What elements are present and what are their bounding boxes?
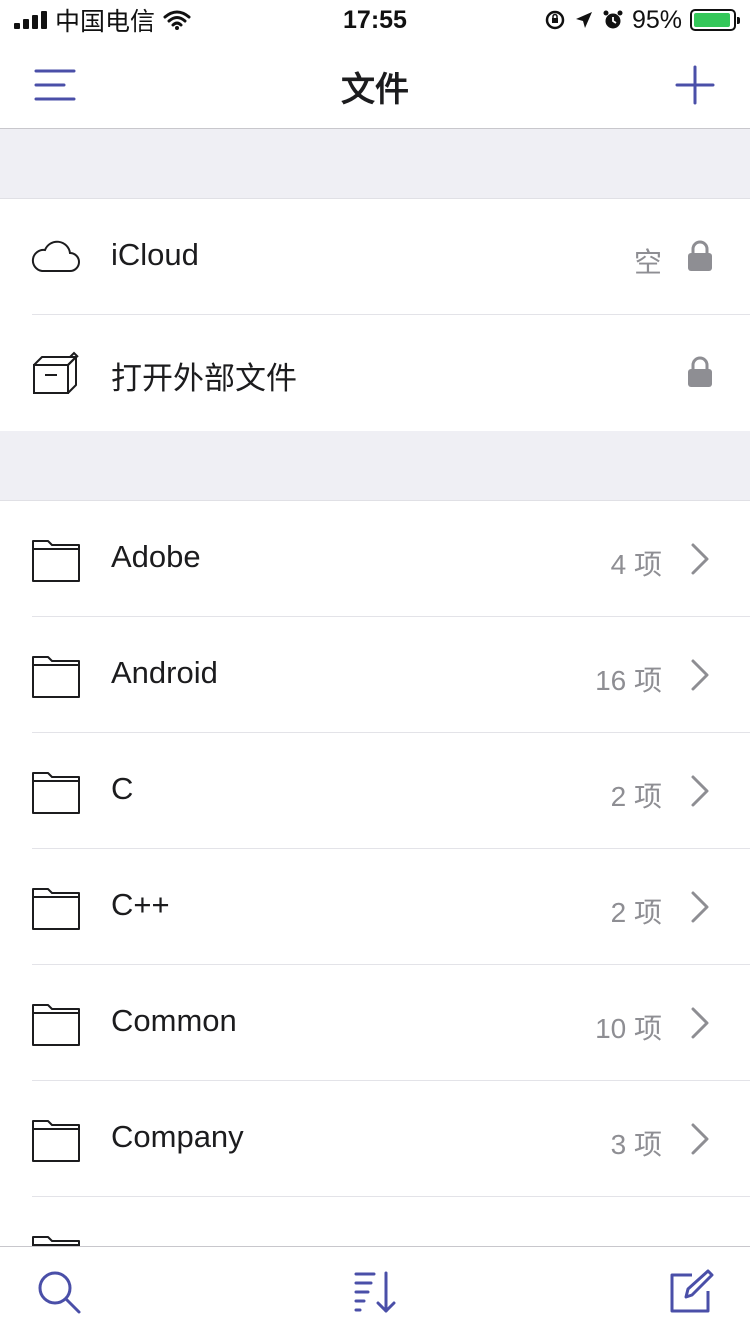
- chevron-right-icon: [691, 775, 709, 807]
- status-right: 95%: [544, 5, 740, 34]
- folder-item-count: 3 项: [610, 1129, 662, 1160]
- folder-icon: [32, 656, 80, 698]
- location-status: 空: [633, 247, 662, 278]
- folder-item-count: 2 项: [610, 781, 662, 812]
- chevron-right-icon: [691, 659, 709, 691]
- folder-item-count: 10 项: [595, 1013, 662, 1044]
- plus-icon: [675, 65, 715, 105]
- folder-item-count: 2 项: [610, 897, 662, 928]
- section-gap: [0, 129, 750, 199]
- status-bar: 中国电信 17:55 95%: [0, 0, 750, 40]
- folder-icon: [32, 1236, 80, 1246]
- folder-row-partial[interactable]: [0, 1197, 750, 1246]
- orientation-lock-icon: [545, 10, 565, 30]
- folder-name: Adobe: [111, 539, 201, 574]
- bottom-toolbar: [0, 1246, 750, 1334]
- chevron-right-icon: [691, 1007, 709, 1039]
- sort-button[interactable]: [350, 1267, 400, 1317]
- alarm-icon: [603, 10, 623, 29]
- folder-name: Company: [111, 1119, 244, 1154]
- search-icon: [38, 1271, 81, 1314]
- folder-name: Common: [111, 1003, 237, 1038]
- compose-button[interactable]: [666, 1267, 716, 1317]
- folder-icon: [32, 540, 80, 582]
- folder-name: C++: [111, 887, 170, 922]
- folder-icon: [32, 772, 80, 814]
- folder-row[interactable]: C++ 2 项: [0, 849, 750, 965]
- battery-percent: 95%: [631, 5, 682, 34]
- location-label: iCloud: [111, 237, 199, 272]
- folder-icon: [32, 1004, 80, 1046]
- section-gap: [0, 431, 750, 501]
- folder-row[interactable]: Android 16 项: [0, 617, 750, 733]
- cloud-icon: [31, 240, 80, 272]
- folder-item-count: 16 项: [595, 665, 662, 696]
- sort-icon: [354, 1271, 396, 1313]
- folder-name: Android: [111, 655, 218, 690]
- folder-item-count: 4 项: [610, 549, 662, 580]
- location-row-icloud[interactable]: iCloud 空: [0, 199, 750, 315]
- folder-row[interactable]: Common 10 项: [0, 965, 750, 1081]
- location-label: 打开外部文件: [111, 361, 297, 396]
- page-title: 文件: [341, 71, 409, 109]
- lock-icon: [688, 356, 712, 387]
- folder-icon: [32, 888, 80, 930]
- battery-icon: [690, 9, 740, 31]
- compose-icon: [670, 1269, 714, 1313]
- chevron-right-icon: [691, 543, 709, 575]
- folder-icon: [32, 1120, 80, 1162]
- chevron-right-icon: [691, 891, 709, 923]
- lock-icon: [688, 240, 712, 271]
- chevron-right-icon: [691, 1123, 709, 1155]
- folder-row[interactable]: C 2 项: [0, 733, 750, 849]
- location-row-open-external[interactable]: 打开外部文件: [0, 315, 750, 431]
- search-button[interactable]: [34, 1267, 84, 1317]
- box-icon: [33, 351, 79, 394]
- folder-row[interactable]: Company 3 项: [0, 1081, 750, 1197]
- folder-name: C: [111, 771, 134, 806]
- folder-row[interactable]: Adobe 4 项: [0, 501, 750, 617]
- navigation-bar: 文件: [0, 40, 750, 129]
- location-arrow-icon: [575, 12, 592, 28]
- battery-fill: [694, 13, 731, 27]
- add-button[interactable]: [670, 60, 720, 110]
